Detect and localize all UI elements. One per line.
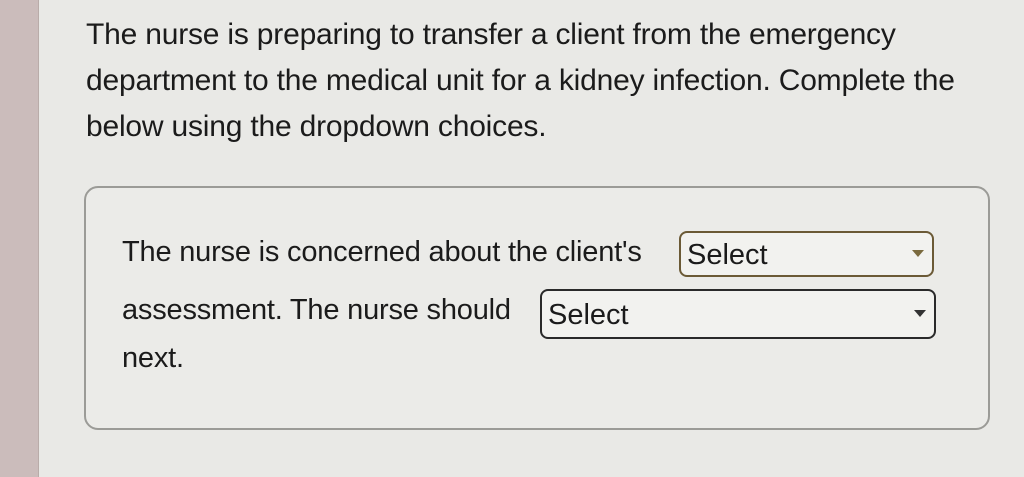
assessment-dropdown-value: Select <box>687 239 768 271</box>
left-border-strip <box>0 0 39 477</box>
sentence-part-3: next. <box>122 342 184 374</box>
chevron-down-icon <box>912 250 924 257</box>
question-text: The nurse is preparing to transfer a cli… <box>86 12 996 150</box>
sentence-part-2: assessment. The nurse should <box>122 294 511 326</box>
question-line-3: below using the dropdown choices. <box>86 110 547 143</box>
answer-box: The nurse is concerned about the client'… <box>84 186 990 430</box>
question-line-1: The nurse is preparing to transfer a cli… <box>86 18 896 51</box>
assessment-dropdown[interactable]: Select <box>679 231 934 277</box>
action-dropdown-value: Select <box>548 299 629 331</box>
chevron-down-icon <box>914 310 926 317</box>
sentence-part-1: The nurse is concerned about the client'… <box>122 236 642 268</box>
action-dropdown[interactable]: Select <box>540 289 936 339</box>
question-line-2: department to the medical unit for a kid… <box>86 64 955 97</box>
